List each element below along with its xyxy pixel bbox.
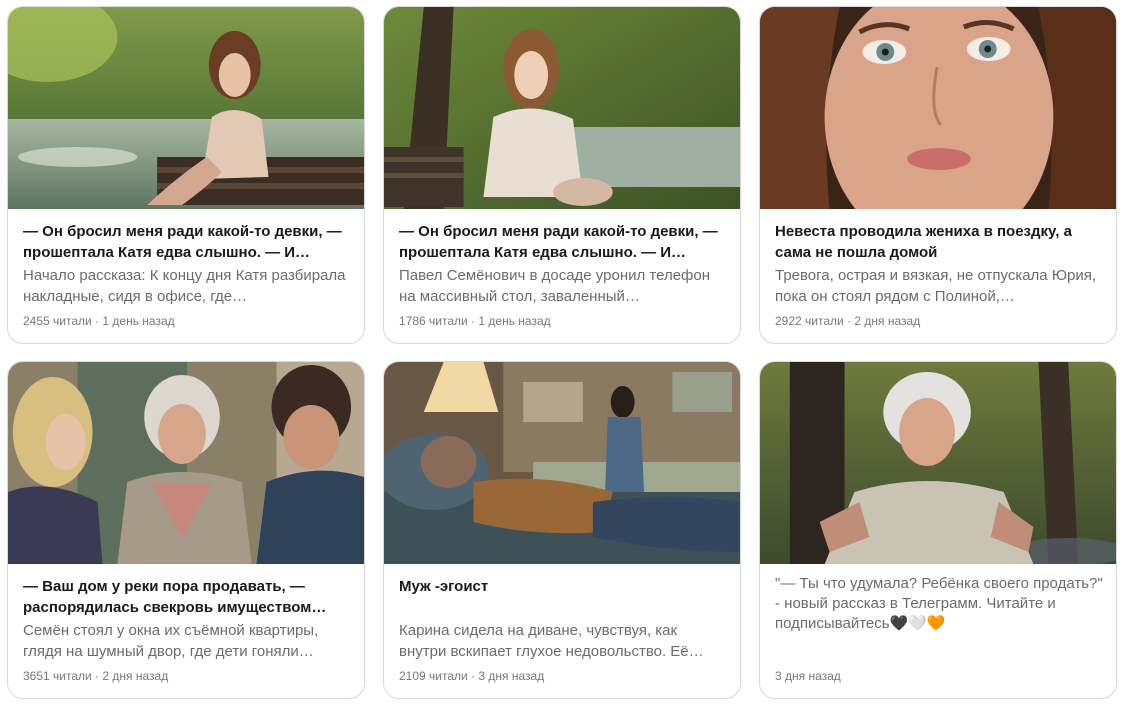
article-card[interactable]: — Он бросил меня ради какой-то девки, — … [7,6,365,344]
article-title[interactable]: Невеста проводила жениха в поездку, а са… [775,221,1104,263]
article-cover-image[interactable] [8,362,364,564]
article-snippet: Семён стоял у окна их съёмной квартиры, … [23,622,319,660]
article-cover-image[interactable] [8,7,364,209]
article-meta: 2109 читали · 3 дня назад [399,669,545,683]
article-meta: 2455 читали · 1 день назад [23,314,175,328]
article-title[interactable]: Муж -эгоист [399,576,728,618]
article-title[interactable]: — Он бросил меня ради какой-то девки, — … [399,221,728,263]
article-card[interactable]: "— Ты что удумала? Ребёнка своего продат… [759,361,1117,699]
article-card[interactable]: Невеста проводила жениха в поездку, а са… [759,6,1117,344]
article-snippet: Павел Семёнович в досаде уронил телефон … [399,267,711,305]
article-snippet: Тревога, острая и вязкая, не отпускала Ю… [775,267,1096,305]
article-meta: 1786 читали · 1 день назад [399,314,551,328]
article-snippet[interactable]: "— Ты что удумала? Ребёнка своего продат… [775,574,1104,636]
article-meta: 3651 читали · 2 дня назад [23,669,169,683]
article-meta: 2922 читали · 2 дня назад [775,314,921,328]
article-card[interactable]: — Он бросил меня ради какой-то девки, — … [383,6,741,344]
article-snippet: Начало рассказа: К концу дня Катя разбир… [23,267,346,305]
article-snippet: Карина сидела на диване, чувствуя, как в… [399,622,689,660]
article-card[interactable]: — Ваш дом у реки пора продавать, — распо… [7,361,365,699]
article-cover-image[interactable] [760,362,1116,564]
article-cover-image[interactable] [760,7,1116,209]
article-title[interactable]: — Ваш дом у реки пора продавать, — распо… [23,576,352,618]
article-title[interactable]: — Он бросил меня ради какой-то девки, — … [23,221,352,263]
article-feed-grid: — Он бросил меня ради какой-то девки, — … [0,0,1126,707]
article-cover-image[interactable] [384,362,740,564]
article-card[interactable]: Муж -эгоист Карина сидела на диване, чув… [383,361,741,699]
article-meta: 3 дня назад [775,669,841,683]
article-cover-image[interactable] [384,7,740,209]
